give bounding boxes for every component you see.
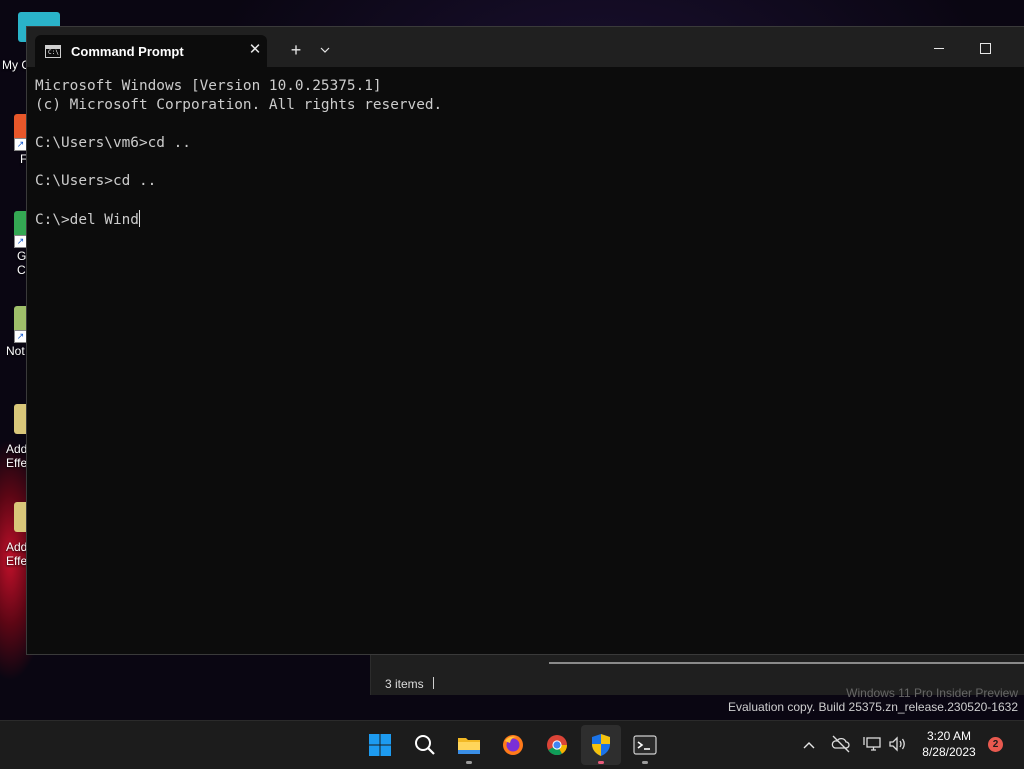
minimize-button[interactable] bbox=[919, 35, 959, 61]
terminal-icon bbox=[633, 733, 657, 757]
start-button[interactable] bbox=[360, 725, 400, 765]
firefox-icon bbox=[501, 733, 525, 757]
folder-icon bbox=[457, 733, 481, 757]
clock-date: 8/28/2023 bbox=[922, 745, 976, 759]
taskbar: 3:20 AM 8/28/2023 2 bbox=[0, 720, 1024, 769]
console-output[interactable]: Microsoft Windows [Version 10.0.25375.1]… bbox=[35, 77, 1015, 229]
console-line: C:\Users\vm6>cd .. bbox=[35, 135, 191, 151]
clock-time: 3:20 AM bbox=[926, 729, 972, 743]
maximize-icon bbox=[979, 42, 991, 54]
file-explorer-button[interactable] bbox=[449, 725, 489, 765]
tab-title: Command Prompt bbox=[71, 44, 184, 59]
notification-badge[interactable]: 2 bbox=[988, 737, 1003, 752]
network-icon[interactable] bbox=[862, 733, 884, 755]
new-tab-icon[interactable]: + bbox=[286, 40, 306, 60]
tab-close-icon[interactable]: ✕ bbox=[245, 40, 265, 60]
watermark-edition: Windows 11 Pro Insider Preview bbox=[846, 686, 1018, 700]
clock[interactable]: 3:20 AM 8/28/2023 bbox=[914, 728, 984, 760]
firefox-button[interactable] bbox=[493, 725, 533, 765]
chrome-icon bbox=[545, 733, 569, 757]
title-bar[interactable]: C:\ Command Prompt ✕ + bbox=[27, 27, 1024, 67]
search-button[interactable] bbox=[405, 725, 445, 765]
command-prompt-icon: C:\ bbox=[45, 45, 61, 58]
volume-icon[interactable] bbox=[886, 733, 908, 755]
running-indicator bbox=[598, 761, 604, 764]
cloud-offline-icon[interactable] bbox=[830, 733, 852, 755]
tab-command-prompt[interactable]: C:\ Command Prompt ✕ bbox=[35, 35, 267, 67]
watermark-build: Evaluation copy. Build 25375.zn_release.… bbox=[728, 700, 1018, 714]
terminal-button[interactable] bbox=[625, 725, 665, 765]
search-icon bbox=[413, 733, 437, 757]
windows-logo-icon bbox=[368, 733, 392, 757]
status-separator bbox=[433, 677, 434, 689]
evaluation-watermark: Windows 11 Pro Insider Preview Evaluatio… bbox=[728, 686, 1018, 714]
running-indicator bbox=[642, 761, 648, 764]
console-line: (c) Microsoft Corporation. All rights re… bbox=[35, 97, 443, 113]
console-line: C:\>del Wind bbox=[35, 210, 140, 228]
running-indicator bbox=[466, 761, 472, 764]
shield-icon bbox=[589, 733, 613, 757]
chevron-up-icon bbox=[803, 742, 815, 749]
console-line: Microsoft Windows [Version 10.0.25375.1] bbox=[35, 78, 382, 94]
maximize-button[interactable] bbox=[965, 35, 1005, 61]
horizontal-scrollbar[interactable] bbox=[549, 662, 1024, 664]
console-line: C:\Users>cd .. bbox=[35, 173, 157, 189]
security-button[interactable] bbox=[581, 725, 621, 765]
minimize-icon bbox=[934, 47, 944, 49]
show-hidden-icons-button[interactable] bbox=[798, 733, 820, 755]
text-cursor bbox=[138, 210, 140, 227]
command-prompt-window[interactable]: C:\ Command Prompt ✕ + Microsoft Windows… bbox=[26, 26, 1024, 655]
chrome-button[interactable] bbox=[537, 725, 577, 765]
explorer-status-items: 3 items bbox=[385, 677, 424, 691]
chevron-down-icon[interactable] bbox=[315, 40, 335, 60]
